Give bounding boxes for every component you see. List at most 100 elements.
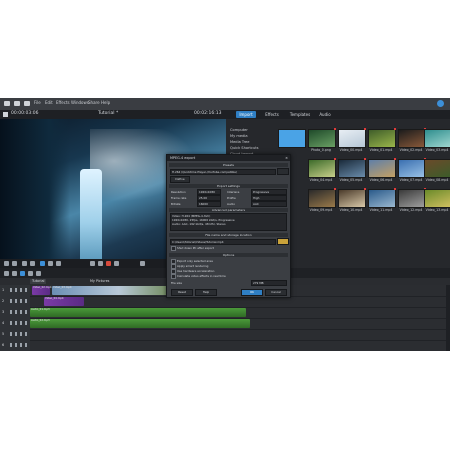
audio-clip[interactable]: Audio_01.mp3 bbox=[30, 308, 246, 317]
media-thumbnail[interactable] bbox=[308, 159, 336, 178]
solo-icon[interactable] bbox=[10, 343, 12, 347]
lock-icon[interactable] bbox=[20, 332, 22, 336]
video-clip[interactable]: Video_02.mp4 bbox=[32, 286, 52, 295]
track-header[interactable]: 2 bbox=[0, 296, 30, 307]
text-tool-icon[interactable] bbox=[40, 261, 45, 266]
media-thumbnail[interactable] bbox=[338, 159, 366, 178]
media-thumbnail[interactable] bbox=[338, 189, 366, 208]
skip-back-icon[interactable] bbox=[90, 261, 95, 266]
tab-audio[interactable]: Audio bbox=[316, 111, 334, 118]
tree-item-my-media[interactable]: My media bbox=[230, 134, 248, 138]
audio-select[interactable]: AAC bbox=[251, 201, 287, 207]
tab-effects[interactable]: Effects bbox=[262, 111, 282, 118]
lock-icon[interactable] bbox=[20, 343, 22, 347]
zoom-icon[interactable] bbox=[36, 271, 41, 276]
tab-templates[interactable]: Templates bbox=[288, 111, 312, 118]
track-header[interactable]: 3 bbox=[0, 307, 30, 318]
menu-effects[interactable]: Effects bbox=[56, 100, 70, 105]
media-thumbnail[interactable] bbox=[398, 189, 426, 208]
lock-icon[interactable] bbox=[20, 288, 22, 292]
track-header[interactable]: 4 bbox=[0, 318, 30, 329]
media-thumbnail[interactable] bbox=[398, 129, 426, 148]
play-icon[interactable] bbox=[98, 261, 103, 266]
save-project-icon[interactable] bbox=[24, 101, 30, 106]
tree-item-quick-shortcuts[interactable]: Quick Shortcuts bbox=[230, 146, 258, 150]
menu-windows[interactable]: Windows bbox=[71, 100, 89, 105]
help-button[interactable]: Help bbox=[195, 289, 217, 296]
media-thumbnail[interactable] bbox=[308, 189, 336, 208]
media-thumbnail[interactable] bbox=[424, 189, 450, 208]
shutdown-checkbox[interactable] bbox=[171, 246, 176, 251]
record-icon[interactable] bbox=[106, 261, 111, 266]
menu-share[interactable]: Share bbox=[88, 100, 100, 105]
skip-forward-icon[interactable] bbox=[114, 261, 119, 266]
timeline-track[interactable]: 6 bbox=[0, 340, 450, 351]
timeline-scrollbar[interactable] bbox=[446, 285, 450, 351]
undo-icon[interactable] bbox=[4, 261, 9, 266]
lock-icon[interactable] bbox=[20, 310, 22, 314]
ok-button[interactable]: OK bbox=[241, 289, 263, 296]
solo-icon[interactable] bbox=[10, 299, 12, 303]
menu-icon[interactable] bbox=[3, 112, 8, 117]
lock-icon[interactable] bbox=[20, 299, 22, 303]
mute-icon[interactable] bbox=[15, 332, 17, 336]
mute-icon[interactable] bbox=[15, 310, 17, 314]
solo-icon[interactable] bbox=[10, 332, 12, 336]
media-thumbnail[interactable] bbox=[368, 129, 396, 148]
project-tab-my-pictures[interactable]: My Pictures bbox=[88, 279, 111, 284]
tab-import[interactable]: Import bbox=[236, 111, 256, 118]
media-thumbnail[interactable] bbox=[424, 159, 450, 178]
bitrate-field[interactable]: 16000 bbox=[197, 201, 221, 207]
visibility-icon[interactable] bbox=[25, 299, 27, 303]
reset-button[interactable]: Reset bbox=[171, 289, 193, 296]
visibility-icon[interactable] bbox=[25, 321, 27, 325]
define-preset-button[interactable]: Define bbox=[170, 176, 190, 183]
marker-icon[interactable] bbox=[48, 261, 53, 266]
open-project-icon[interactable] bbox=[14, 101, 20, 106]
delete-icon[interactable] bbox=[30, 261, 35, 266]
preset-options-button[interactable] bbox=[277, 168, 289, 175]
track-header[interactable]: 6 bbox=[0, 340, 30, 351]
help-icon[interactable] bbox=[437, 100, 444, 107]
visibility-icon[interactable] bbox=[25, 288, 27, 292]
menu-file[interactable]: File bbox=[34, 100, 41, 105]
video-clip[interactable]: Video_04.mp4 bbox=[44, 297, 84, 306]
cut-icon[interactable] bbox=[22, 261, 27, 266]
media-thumbnail[interactable] bbox=[368, 159, 396, 178]
tree-item-media-tree[interactable]: Media Tree bbox=[230, 140, 249, 144]
link-icon[interactable] bbox=[20, 271, 25, 276]
media-thumbnail[interactable] bbox=[424, 129, 450, 148]
solo-icon[interactable] bbox=[10, 310, 12, 314]
media-thumbnail[interactable] bbox=[398, 159, 426, 178]
solo-icon[interactable] bbox=[10, 321, 12, 325]
track-header[interactable]: 1 bbox=[0, 285, 30, 296]
file-path-field[interactable]: C:\Users\Tutorial\Videos\Tutorial.mp4 bbox=[170, 239, 276, 245]
mute-icon[interactable] bbox=[15, 299, 17, 303]
option-checkbox-4[interactable] bbox=[171, 274, 176, 279]
audio-clip[interactable]: Audio_02.mp3 bbox=[30, 319, 250, 328]
project-tab-tutorial[interactable]: Tutorial bbox=[30, 279, 47, 284]
new-project-icon[interactable] bbox=[4, 101, 10, 106]
visibility-icon[interactable] bbox=[25, 343, 27, 347]
tree-item-computer[interactable]: Computer bbox=[230, 128, 248, 132]
mute-icon[interactable] bbox=[15, 288, 17, 292]
folder-icon[interactable] bbox=[277, 238, 289, 245]
preset-select[interactable]: H.264 (Quicktime Player-/YouTube-compati… bbox=[170, 169, 276, 175]
mute-icon[interactable] bbox=[15, 321, 17, 325]
media-thumbnail[interactable] bbox=[338, 129, 366, 148]
folder-icon[interactable] bbox=[278, 129, 306, 148]
visibility-icon[interactable] bbox=[25, 332, 27, 336]
solo-icon[interactable] bbox=[10, 288, 12, 292]
arrange-mode-icon[interactable] bbox=[4, 271, 9, 276]
menu-help[interactable]: Help bbox=[101, 100, 110, 105]
snap-icon[interactable] bbox=[56, 261, 61, 266]
cancel-button[interactable]: Cancel bbox=[265, 289, 287, 296]
group-icon[interactable] bbox=[28, 271, 33, 276]
mix-mode-icon[interactable] bbox=[12, 271, 17, 276]
menu-edit[interactable]: Edit bbox=[45, 100, 53, 105]
media-thumbnail[interactable] bbox=[368, 189, 396, 208]
visibility-icon[interactable] bbox=[25, 310, 27, 314]
close-icon[interactable]: × bbox=[285, 156, 288, 160]
track-header[interactable]: 5 bbox=[0, 329, 30, 340]
redo-icon[interactable] bbox=[12, 261, 17, 266]
